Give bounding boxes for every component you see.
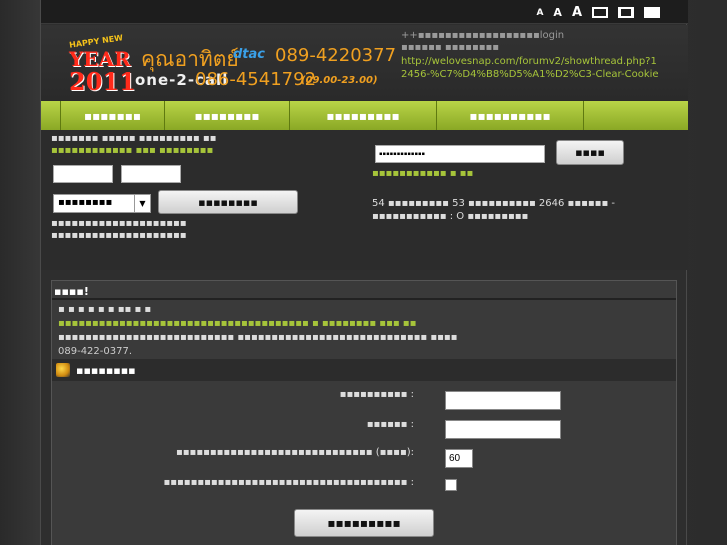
top-bar: A A A xyxy=(41,0,688,24)
font-small-button[interactable]: A xyxy=(536,8,543,18)
login-type-value: ▪▪▪▪▪▪▪▪ xyxy=(58,197,113,208)
nav-item-end xyxy=(584,101,687,130)
field1-label: ▪▪▪▪▪▪▪▪▪▪ : xyxy=(339,389,414,400)
section-header: ▪▪▪▪▪▪▪▪ xyxy=(52,359,676,381)
login-notice: ++▪▪▪▪▪▪▪▪▪▪▪▪▪▪▪▪▪▪login ▪▪▪▪▪▪ ▪▪▪▪▪▪▪… xyxy=(401,30,681,54)
login-intro-line1: ▪▪▪▪▪▪▪ ▪▪▪▪▪ ▪▪▪▪▪▪▪▪▪ ▪▪ xyxy=(51,133,217,144)
title-divider xyxy=(52,298,676,300)
message-title: ▪▪▪▪! xyxy=(54,285,89,298)
advanced-search-link[interactable]: ▪▪▪▪▪▪▪▪▪▪▪ ▪ ▪▪ xyxy=(372,168,473,179)
width-narrow-icon[interactable] xyxy=(592,7,608,18)
site-logo[interactable]: HAPPY NEW YEAR 2011 xyxy=(65,31,136,96)
login-help-line2[interactable]: ▪▪▪▪▪▪▪▪▪▪▪▪▪▪▪▪▪▪▪▪ xyxy=(51,230,187,241)
login-intro-line2[interactable]: ▪▪▪▪▪▪▪▪▪▪▪▪ ▪▪▪ ▪▪▪▪▪▪▪▪ xyxy=(51,145,213,156)
field2-input[interactable] xyxy=(445,420,561,439)
font-size-controls: A A A xyxy=(536,5,660,20)
notice-line1: ▪ ▪ ▪ ▪ ▪ ▪ ▪▪ ▪ ▪ xyxy=(58,304,152,315)
login-help-line1: ▪▪▪▪▪▪▪▪▪▪▪▪▪▪▪▪▪▪▪▪ xyxy=(51,218,187,229)
page-container: A A A HAPPY NEW YEAR 2011 คุณอาทิตย์ dta… xyxy=(40,0,688,545)
main-navigation: ▪▪▪▪▪▪▪ ▪▪▪▪▪▪▪▪ ▪▪▪▪▪▪▪▪▪ ▪▪▪▪▪▪▪▪▪▪ xyxy=(41,101,688,130)
width-wide-icon[interactable] xyxy=(644,7,660,18)
font-large-button[interactable]: A xyxy=(572,5,582,20)
notice-text: ▪ ▪ ▪ ▪ ▪ ▪ ▪▪ ▪ ▪ ▪▪▪▪▪▪▪▪▪▪▪▪▪▪▪▪▪▪▪▪▪… xyxy=(58,303,668,359)
password-input[interactable] xyxy=(121,165,181,183)
search-input[interactable] xyxy=(375,145,545,163)
phone-number-one2call: 086-4541792 xyxy=(195,69,317,90)
field3-input[interactable] xyxy=(445,449,473,468)
form-area: ▪▪▪▪▪▪▪▪▪▪ : ▪▪▪▪▪▪ : ▪▪▪▪▪▪▪▪▪▪▪▪▪▪▪▪▪▪… xyxy=(52,381,676,545)
forum-stats: 54 ▪▪▪▪▪▪▪▪▪ 53 ▪▪▪▪▪▪▪▪▪▪ 2646 ▪▪▪▪▪▪ -… xyxy=(372,198,615,222)
stats-line2: ▪▪▪▪▪▪▪▪▪▪▪ : O ▪▪▪▪▪▪▪▪▪ xyxy=(372,211,529,222)
field2-label: ▪▪▪▪▪▪ : xyxy=(366,419,414,430)
login-button[interactable]: ▪▪▪▪▪▪▪▪ xyxy=(158,190,298,214)
notice-phone: 089-422-0377. xyxy=(58,346,133,357)
chevron-down-icon: ▼ xyxy=(134,195,150,212)
nav-item-1[interactable]: ▪▪▪▪▪▪▪ xyxy=(61,101,165,130)
stats-line1: 54 ▪▪▪▪▪▪▪▪▪ 53 ▪▪▪▪▪▪▪▪▪▪ 2646 ▪▪▪▪▪▪ - xyxy=(372,198,616,209)
login-notice-line2: ▪▪▪▪▪▪ ▪▪▪▪▪▪▪▪ xyxy=(401,42,500,53)
field1-input[interactable] xyxy=(445,391,561,410)
message-box: ▪▪▪▪! ▪ ▪ ▪ ▪ ▪ ▪ ▪▪ ▪ ▪ ▪▪▪▪▪▪▪▪▪▪▪▪▪▪▪… xyxy=(51,280,677,545)
nav-item-2[interactable]: ▪▪▪▪▪▪▪▪ xyxy=(165,101,290,130)
nav-item-4[interactable]: ▪▪▪▪▪▪▪▪▪▪ xyxy=(437,101,584,130)
site-header: HAPPY NEW YEAR 2011 คุณอาทิตย์ dtac 089-… xyxy=(41,25,688,101)
field4-checkbox[interactable] xyxy=(445,479,457,491)
dtac-logo: dtac xyxy=(233,47,265,62)
notice-line2: ▪▪▪▪▪▪▪▪▪▪▪▪▪▪▪▪▪▪▪▪▪▪▪▪▪▪▪▪▪▪▪▪▪▪▪▪▪ ▪ … xyxy=(58,318,417,329)
clear-cookie-link[interactable]: http://welovesnap.com/forumv2/showthread… xyxy=(401,55,661,81)
search-button[interactable]: ▪▪▪▪ xyxy=(556,140,624,165)
field3-label: ▪▪▪▪▪▪▪▪▪▪▪▪▪▪▪▪▪▪▪▪▪▪▪▪▪▪▪▪▪ (▪▪▪▪): xyxy=(175,447,414,458)
phone-number-dtac: 089-4220377 xyxy=(275,45,397,66)
business-hours: (09.00-23.00) xyxy=(301,75,378,86)
user-icon xyxy=(56,363,70,377)
login-type-select[interactable]: ▪▪▪▪▪▪▪▪ ▼ xyxy=(53,194,151,213)
width-medium-icon[interactable] xyxy=(618,7,634,18)
font-medium-button[interactable]: A xyxy=(553,6,562,19)
submit-button[interactable]: ▪▪▪▪▪▪▪▪▪ xyxy=(294,509,434,537)
login-notice-line1[interactable]: ++▪▪▪▪▪▪▪▪▪▪▪▪▪▪▪▪▪▪login xyxy=(401,30,681,42)
section-title: ▪▪▪▪▪▪▪▪ xyxy=(76,363,136,377)
logo-number-text: 2011 xyxy=(69,67,136,96)
nav-item-3[interactable]: ▪▪▪▪▪▪▪▪▪ xyxy=(290,101,437,130)
username-input[interactable] xyxy=(53,165,113,183)
notice-line3: ▪▪▪▪▪▪▪▪▪▪▪▪▪▪▪▪▪▪▪▪▪▪▪▪▪▪ ▪▪▪▪▪▪▪▪▪▪▪▪▪… xyxy=(58,332,458,343)
login-panel: ▪▪▪▪▪▪▪ ▪▪▪▪▪ ▪▪▪▪▪▪▪▪▪ ▪▪ ▪▪▪▪▪▪▪▪▪▪▪▪ … xyxy=(41,130,688,270)
field4-label: ▪▪▪▪▪▪▪▪▪▪▪▪▪▪▪▪▪▪▪▪▪▪▪▪▪▪▪▪▪▪▪▪▪▪▪▪ : xyxy=(163,477,414,488)
nav-item-spacer xyxy=(41,101,61,130)
